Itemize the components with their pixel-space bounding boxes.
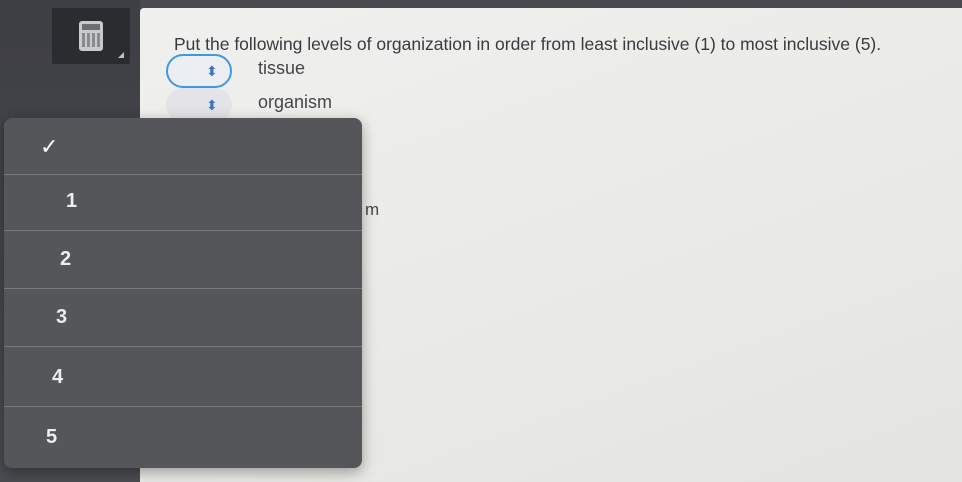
- order-select-organism[interactable]: ⬍: [166, 88, 232, 122]
- question-prompt: Put the following levels of organization…: [174, 34, 882, 54]
- option-label: 5: [46, 426, 58, 448]
- order-select-tissue[interactable]: ⬍: [166, 54, 232, 88]
- option-label: 3: [56, 306, 68, 328]
- order-dropdown-menu: ✓ 1 2 3 4 5: [4, 118, 362, 468]
- dropdown-option-3[interactable]: 3: [4, 290, 362, 347]
- checkmark-icon: ✓: [40, 134, 59, 159]
- option-label: 4: [52, 366, 64, 388]
- dropdown-option-1[interactable]: 1: [4, 174, 362, 231]
- corner-indicator: [118, 52, 124, 58]
- calculator-keys: [82, 33, 100, 47]
- chevron-up-down-icon: ⬍: [206, 97, 218, 113]
- calculator-button[interactable]: [52, 8, 130, 64]
- option-label: 1: [66, 190, 78, 212]
- item-label: tissue: [258, 58, 306, 78]
- calculator-icon: [79, 21, 103, 51]
- item-label: organism: [258, 92, 333, 112]
- ordering-item-organism: ⬍ organism: [166, 88, 386, 122]
- ordering-item-tissue: ⬍ tissue: [166, 54, 386, 88]
- dropdown-option-2[interactable]: 2: [4, 232, 362, 289]
- chevron-up-down-icon: ⬍: [206, 63, 218, 79]
- option-label: 2: [60, 248, 72, 270]
- partially-hidden-item-text: m: [365, 200, 380, 219]
- dropdown-option-4[interactable]: 4: [4, 350, 362, 407]
- dropdown-option-selected[interactable]: ✓: [4, 118, 362, 175]
- dropdown-option-5[interactable]: 5: [4, 410, 362, 466]
- calculator-screen: [82, 24, 100, 30]
